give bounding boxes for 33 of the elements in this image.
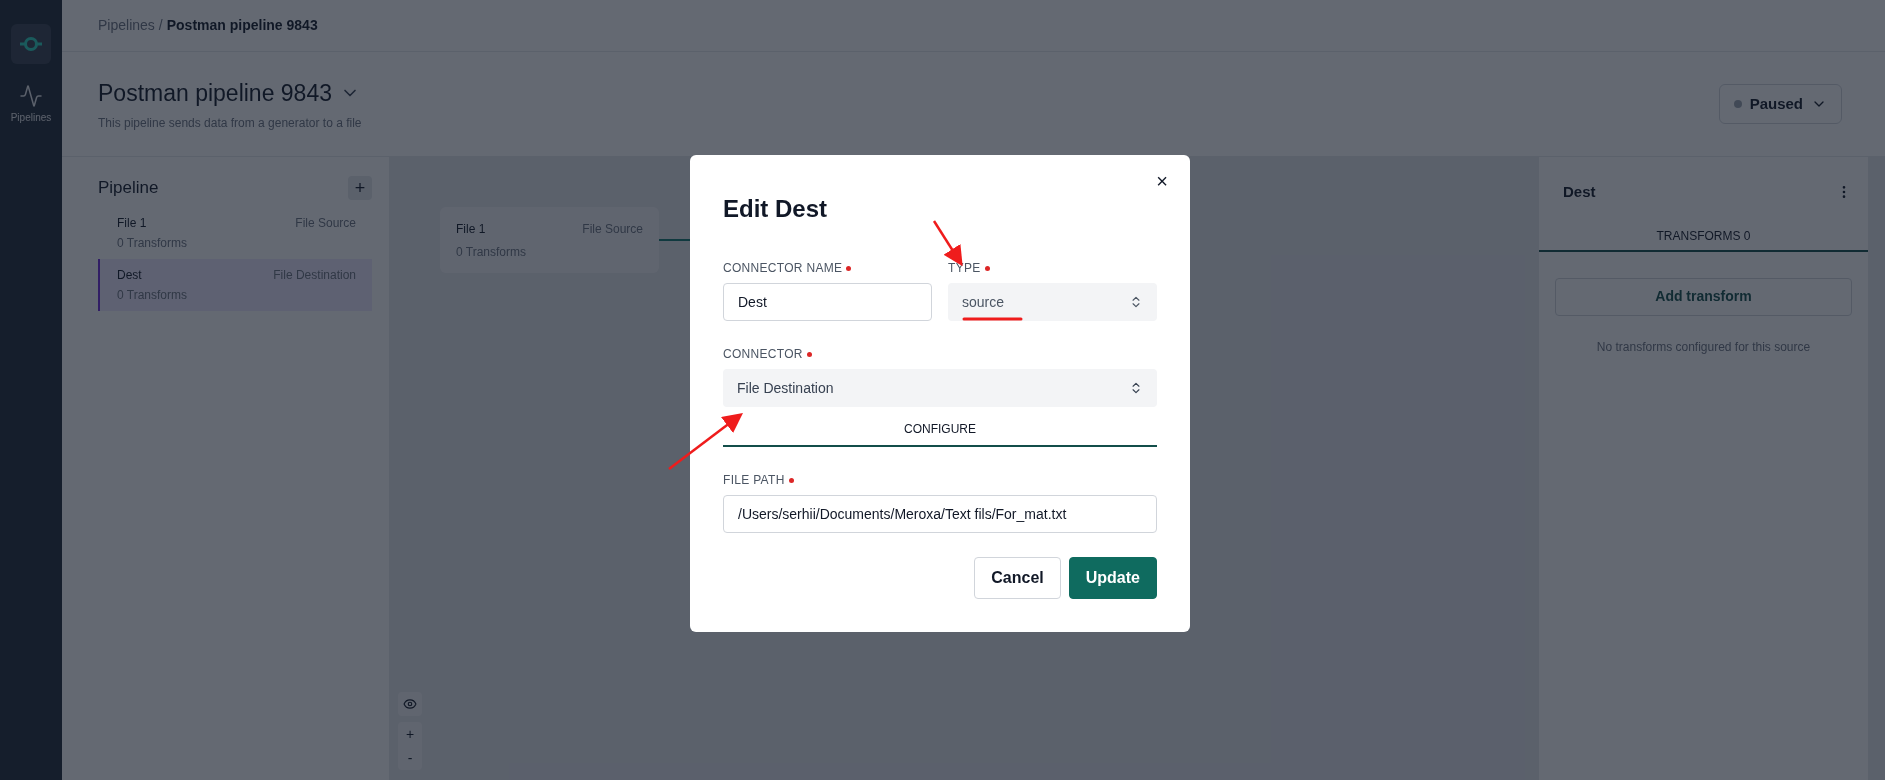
field-label: TYPE (948, 260, 981, 277)
breadcrumb-current: Postman pipeline 9843 (166, 16, 318, 35)
cancel-button[interactable]: Cancel (974, 557, 1061, 599)
node-name: File 1 (456, 220, 486, 238)
eye-icon (403, 697, 417, 711)
panel-title: Dest (1563, 182, 1596, 202)
update-button[interactable]: Update (1068, 557, 1157, 599)
status-dropdown[interactable]: Paused (1718, 84, 1842, 124)
field-label: FILE PATH (723, 472, 785, 489)
connector-select[interactable]: File Destination (723, 369, 1157, 407)
close-button[interactable]: × (1152, 171, 1172, 191)
field-label: CONNECTOR NAME (723, 260, 843, 277)
add-transform-button[interactable]: Add transform (1555, 277, 1852, 316)
tab[interactable]: TRANSFORMS 0 (1539, 221, 1868, 252)
breadcrumb-separator: / (158, 16, 163, 35)
sidebar-item[interactable]: Pipelines (10, 84, 52, 125)
type-select[interactable]: source (948, 283, 1157, 321)
file-path-field[interactable]: /Users/serhii/Documents/Meroxa/Text fils/For_mat.txt (723, 495, 1157, 533)
tab[interactable]: CONFIGURE (723, 413, 1157, 447)
item-name: File 1 (117, 214, 147, 232)
pipeline-title: Postman pipeline 9843 (98, 78, 332, 108)
pulse-icon (19, 84, 43, 108)
item-name: Dest (117, 266, 142, 284)
dialog-title: Edit Dest (723, 194, 828, 224)
add-button[interactable]: + (348, 175, 372, 200)
field-label: CONNECTOR (723, 346, 803, 363)
visibility-button[interactable] (398, 692, 422, 716)
connector-name-field[interactable]: Dest (723, 283, 932, 321)
panel-title: Pipeline (98, 177, 159, 199)
zoom-out-button[interactable]: - (407, 751, 413, 765)
logo-icon[interactable] (11, 24, 51, 64)
annotation-underline (962, 317, 1023, 321)
zoom-in-button[interactable]: + (405, 727, 415, 741)
